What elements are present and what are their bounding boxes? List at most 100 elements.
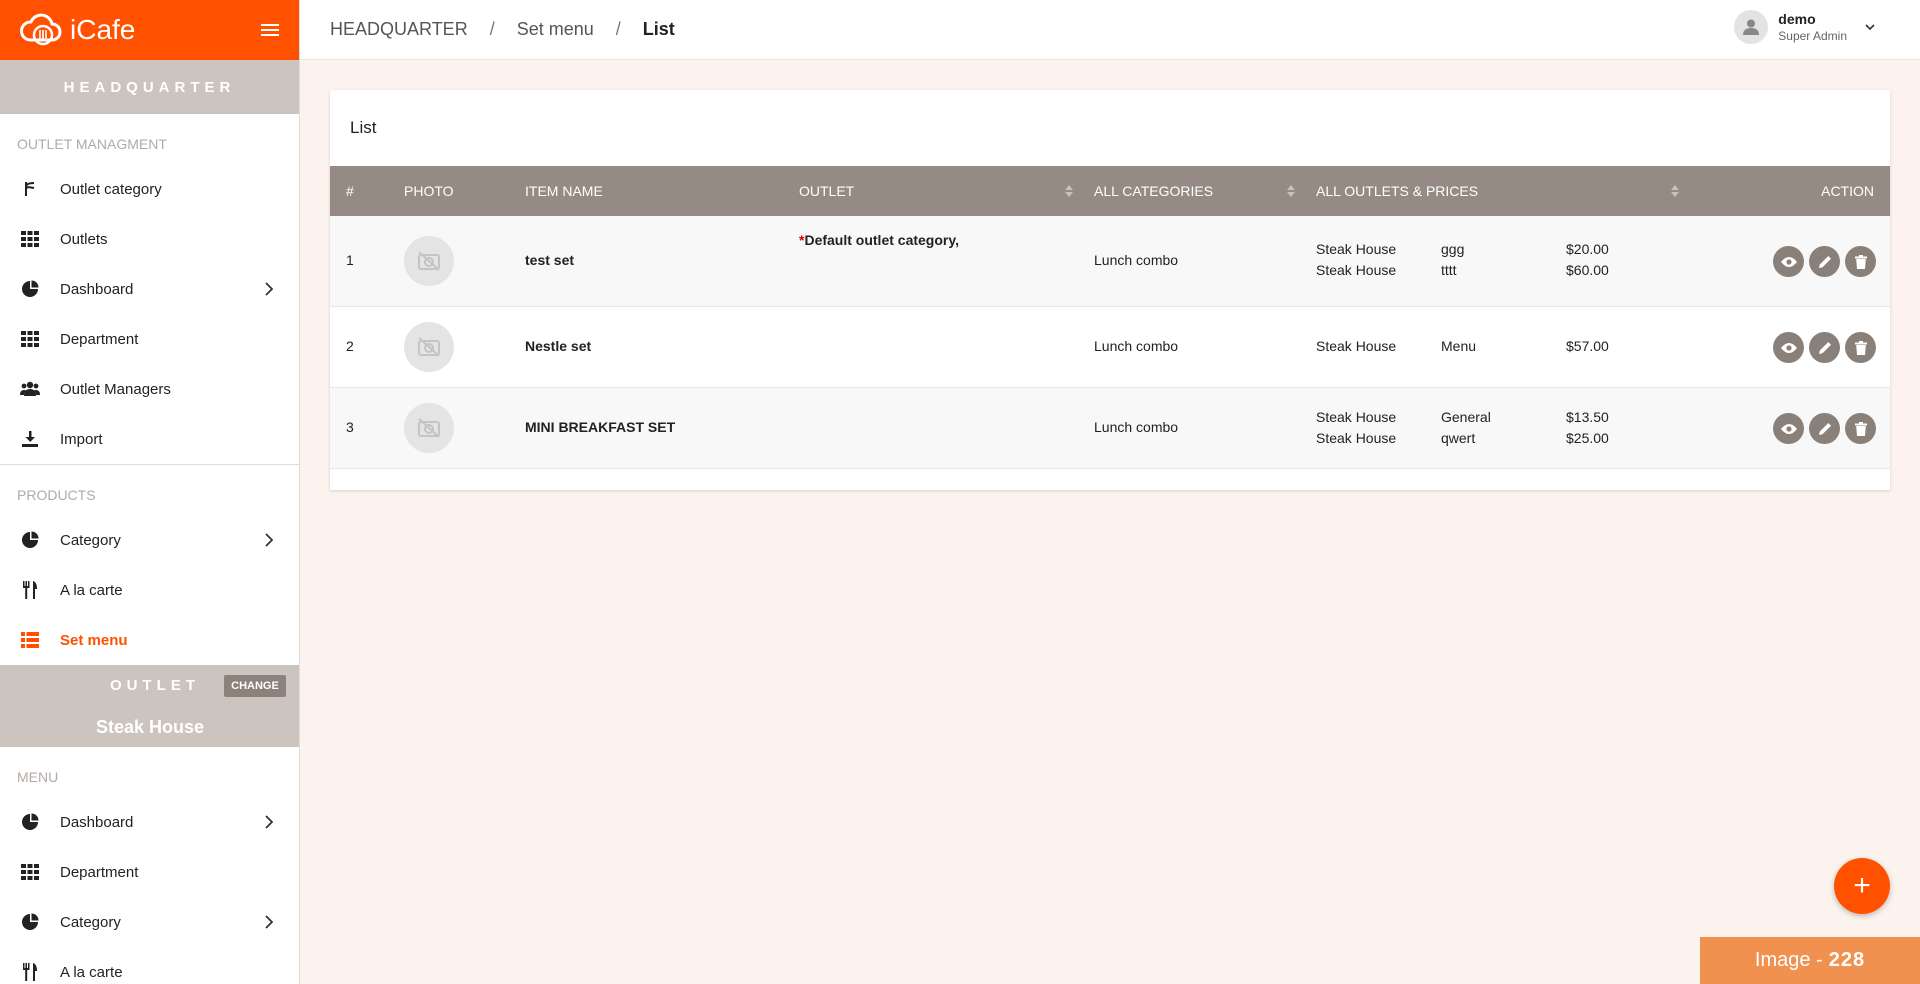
price-value: $60.00 [1566, 262, 1609, 278]
row-actions [1773, 413, 1876, 444]
price-menu: Menu [1441, 338, 1477, 354]
row-actions [1773, 332, 1876, 363]
column-header-item-name[interactable]: ITEM NAME [525, 183, 603, 199]
card-title: List [350, 118, 377, 137]
sidebar-item-a-la-carte[interactable]: A la carte [0, 565, 299, 615]
sidebar-item-label: Category [60, 531, 121, 549]
sidebar-item-label: A la carte [60, 963, 123, 981]
item-name: Nestle set [525, 338, 592, 354]
view-button[interactable] [1773, 413, 1804, 444]
column-header-all-categories[interactable]: ALL CATEGORIES [1094, 183, 1213, 199]
user-name: demo [1778, 11, 1816, 27]
photo-placeholder [404, 322, 454, 372]
sidebar-item-menu-category[interactable]: Category [0, 897, 299, 947]
sidebar-item-category[interactable]: Category [0, 515, 299, 565]
eye-icon [1780, 342, 1797, 353]
hamburger-menu-icon[interactable] [259, 21, 281, 39]
outlet-band: OUTLET CHANGE Steak House [0, 665, 299, 747]
trash-icon [1854, 421, 1867, 436]
sidebar-item-menu-a-la-carte[interactable]: A la carte [0, 947, 299, 984]
headquarter-band: HEADQUARTER [0, 60, 299, 114]
brand-bar: iCafe [0, 0, 299, 60]
item-name: test set [525, 252, 575, 268]
sidebar-item-label: Outlets [60, 230, 108, 248]
price-outlet: Steak House [1316, 338, 1397, 354]
chevron-down-icon [1865, 24, 1875, 31]
breadcrumb-separator: / [489, 19, 495, 39]
table-row: 2 Nestle set Lunch combo Steak House Men… [330, 307, 1890, 388]
grid-icon [20, 329, 40, 349]
app-root: iCafe HEADQUARTER OUTLET MANAGMENT Outle… [0, 0, 1920, 984]
sidebar-item-outlet-category[interactable]: Outlet category [0, 164, 299, 214]
avatar [1734, 10, 1769, 44]
breadcrumb: HEADQUARTER / Set menu / List [300, 19, 675, 40]
image-tag: Image - 228 [1700, 937, 1920, 984]
sidebar-item-set-menu[interactable]: Set menu [0, 615, 299, 665]
breadcrumb-set-menu[interactable]: Set menu [517, 19, 594, 40]
trash-icon [1854, 340, 1867, 355]
sidebar-item-department[interactable]: Department [0, 314, 299, 364]
price-outlet: Steak House [1316, 409, 1397, 425]
sort-icon[interactable] [1286, 184, 1296, 198]
user-menu[interactable]: demo Super Admin [1734, 10, 1875, 44]
column-header-index: # [346, 183, 354, 199]
download-icon [20, 429, 40, 449]
view-button[interactable] [1773, 246, 1804, 277]
view-button[interactable] [1773, 332, 1804, 363]
breadcrumb-headquarter[interactable]: HEADQUARTER [330, 19, 468, 40]
outlet-category-text: Default outlet category, [804, 232, 959, 248]
no-photo-icon [418, 418, 440, 438]
price-outlet: Steak House [1316, 241, 1397, 257]
edit-button[interactable] [1809, 413, 1840, 444]
sidebar-item-label: Dashboard [60, 280, 134, 298]
edit-button[interactable] [1809, 332, 1840, 363]
breadcrumb-current: List [642, 19, 675, 39]
delete-button[interactable] [1845, 413, 1876, 444]
fork-icon [20, 179, 40, 199]
sidebar-item-menu-department[interactable]: Department [0, 847, 299, 897]
photo-placeholder [404, 403, 454, 453]
section-outlet-management: OUTLET MANAGMENT [17, 136, 167, 152]
sidebar-item-label: Department [60, 330, 139, 348]
sidebar-item-label: Category [60, 913, 121, 931]
table-header: # PHOTO ITEM NAME OUTLET ALL CATEGORIES … [330, 166, 1890, 216]
set-menu-list-card: List # PHOTO ITEM NAME OUTLET ALL CATEGO… [330, 90, 1890, 490]
sidebar-item-menu-dashboard[interactable]: Dashboard [0, 797, 299, 847]
price-value: $13.50 [1566, 409, 1609, 425]
item-category: Lunch combo [1094, 338, 1179, 354]
column-header-outlet[interactable]: OUTLET [799, 183, 854, 199]
sort-icon[interactable] [1064, 184, 1074, 198]
pie-icon [20, 530, 40, 550]
sidebar-item-label: Dashboard [60, 813, 134, 831]
sidebar-item-label: Department [60, 863, 139, 881]
chevron-right-icon [265, 815, 273, 829]
column-header-photo: PHOTO [404, 183, 454, 199]
sidebar-item-outlets[interactable]: Outlets [0, 214, 299, 264]
price-value: $25.00 [1566, 430, 1609, 446]
outlet-category: *Default outlet category, [799, 232, 959, 248]
column-header-all-outlets-prices[interactable]: ALL OUTLETS & PRICES [1316, 183, 1478, 199]
trash-icon [1854, 254, 1867, 269]
pencil-icon [1818, 255, 1831, 268]
section-menu: MENU [17, 769, 59, 785]
delete-button[interactable] [1845, 246, 1876, 277]
sidebar-item-dashboard[interactable]: Dashboard [0, 264, 299, 314]
sidebar-item-import[interactable]: Import [0, 414, 299, 464]
price-menu: qwert [1441, 430, 1476, 446]
sidebar-item-outlet-managers[interactable]: Outlet Managers [0, 364, 299, 414]
photo-placeholder [404, 236, 454, 286]
image-tag-number: 228 [1828, 949, 1866, 971]
cutlery-icon [20, 580, 40, 600]
row-index: 2 [346, 338, 354, 354]
row-index: 1 [346, 252, 354, 268]
pie-icon [20, 279, 40, 299]
add-set-menu-button[interactable]: + [1834, 858, 1890, 914]
users-icon [20, 379, 40, 399]
table-row: 1 test set *Default outlet category, Lun… [330, 216, 1890, 307]
change-outlet-button[interactable]: CHANGE [224, 675, 286, 697]
cutlery-icon [20, 962, 40, 982]
sort-icon[interactable] [1670, 184, 1680, 198]
delete-button[interactable] [1845, 332, 1876, 363]
top-bar: HEADQUARTER / Set menu / List demo Super… [300, 0, 1920, 60]
edit-button[interactable] [1809, 246, 1840, 277]
